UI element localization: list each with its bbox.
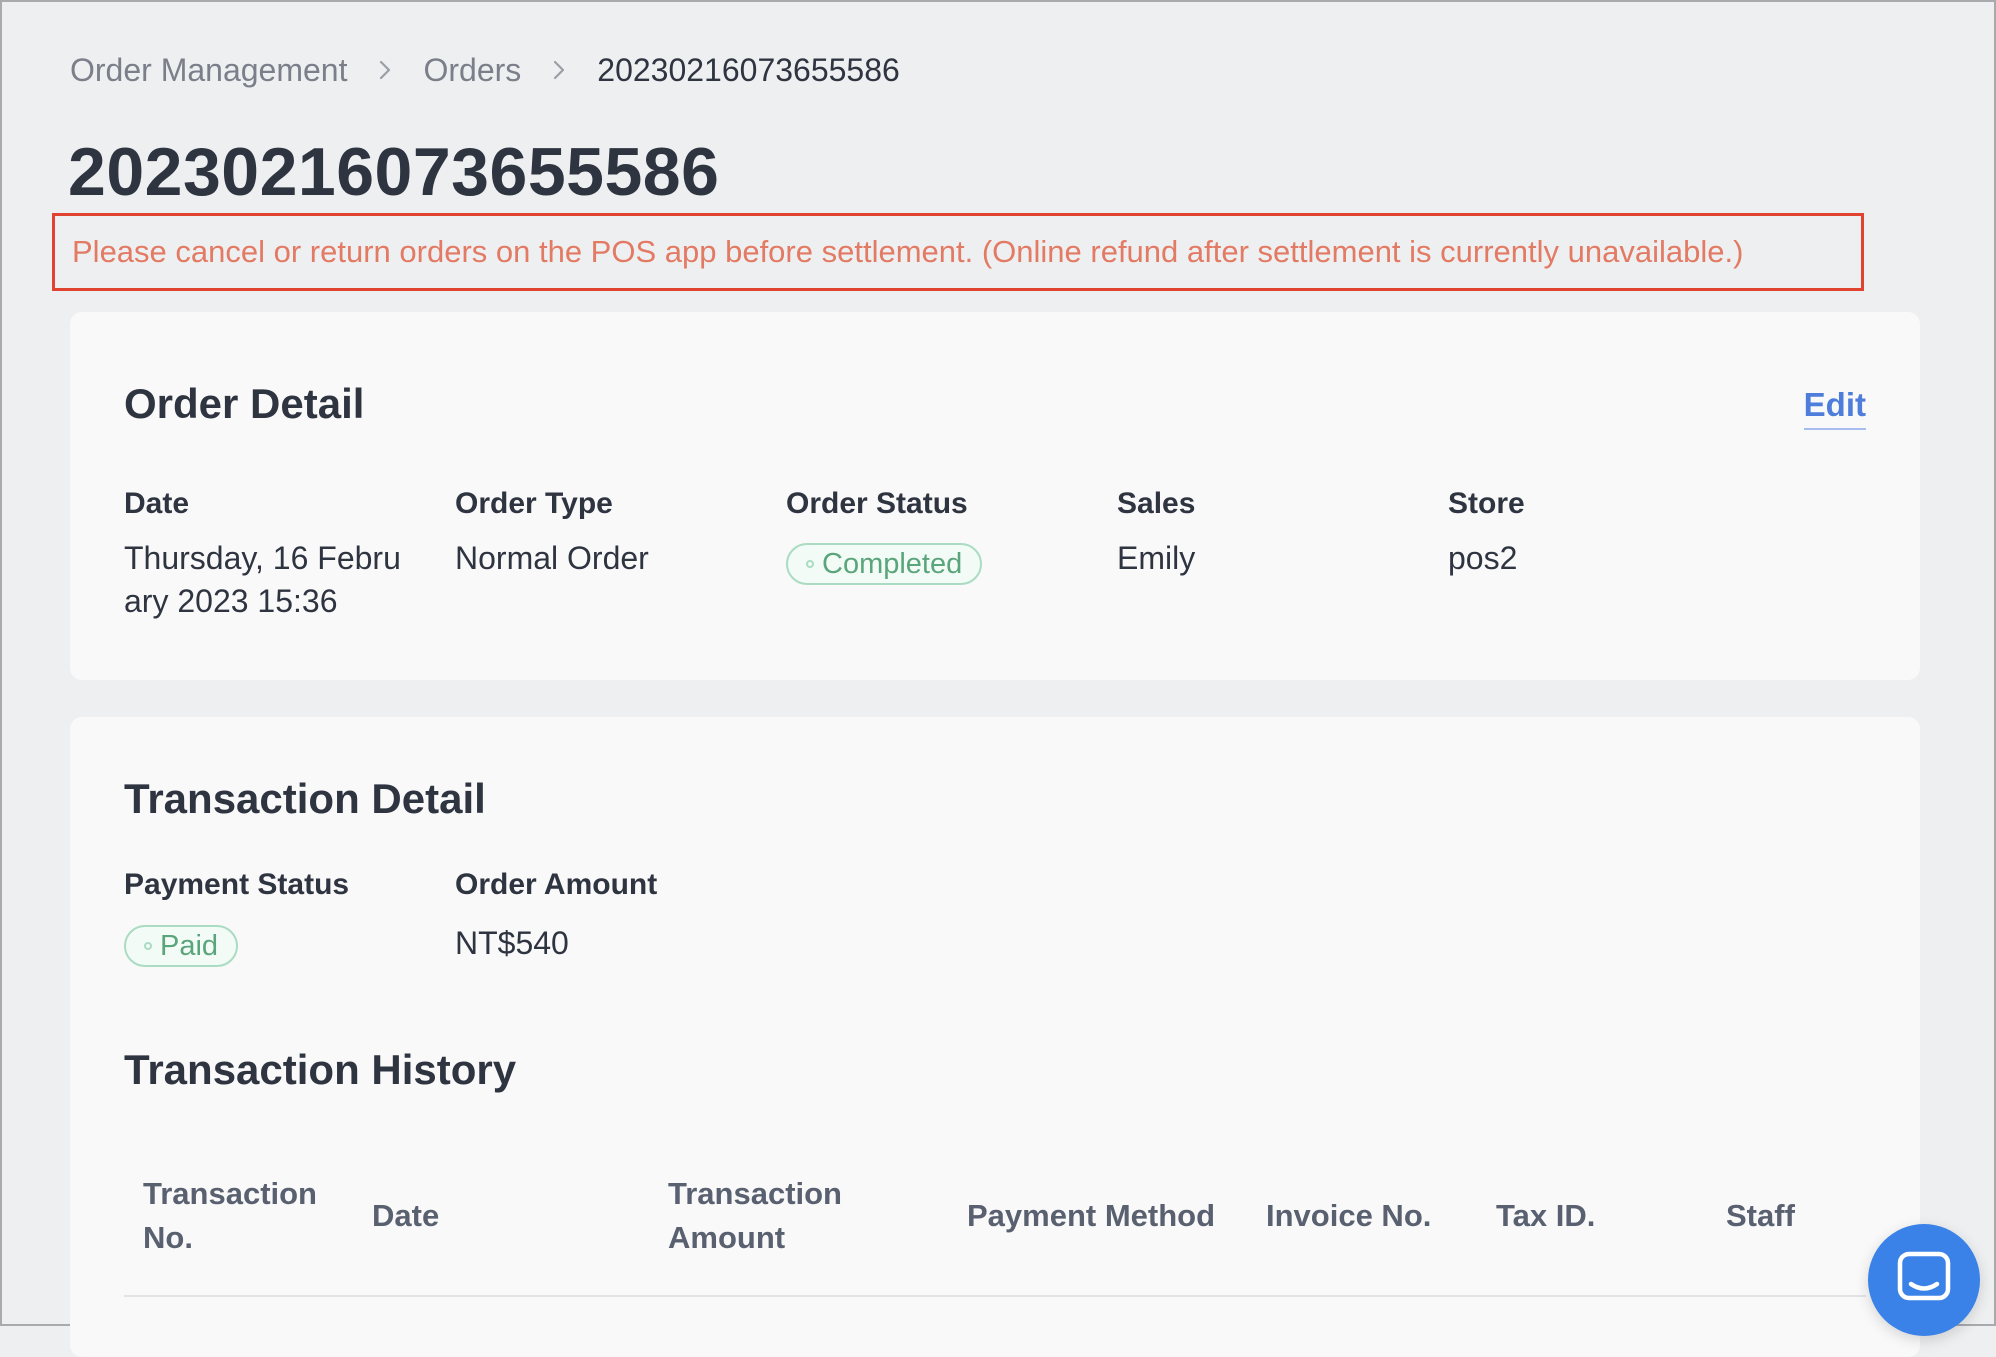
table-header-divider	[124, 1295, 1866, 1297]
status-dot-icon	[806, 560, 814, 568]
order-detail-title: Order Detail	[124, 380, 365, 427]
date-label: Date	[124, 487, 190, 520]
date-value-line2: ary 2023 15:36	[124, 583, 338, 619]
breadcrumb-order-management[interactable]: Order Management	[70, 48, 347, 92]
column-header-transaction-no[interactable]: Transaction No.	[143, 1172, 363, 1260]
chat-button[interactable]	[1868, 1224, 1980, 1336]
payment-status-badge: Paid	[124, 925, 239, 967]
order-status-badge-label: Completed	[822, 547, 963, 580]
transaction-history-title: Transaction History	[124, 1046, 517, 1093]
chevron-right-icon	[554, 60, 565, 80]
settlement-notice: Please cancel or return orders on the PO…	[52, 213, 1864, 291]
order-amount-label: Order Amount	[455, 868, 658, 901]
column-header-invoice-no[interactable]: Invoice No.	[1266, 1194, 1486, 1238]
order-type-value: Normal Order	[455, 540, 649, 576]
page-title: 20230216073655586	[68, 134, 720, 210]
column-header-line: Date	[372, 1198, 440, 1233]
column-header-line: Transaction	[143, 1176, 317, 1211]
status-dot-icon	[144, 942, 152, 950]
breadcrumb-orders[interactable]: Orders	[423, 48, 521, 92]
chat-bubble-icon	[1897, 1251, 1951, 1301]
breadcrumb: Order Management Orders 2023021607365558…	[70, 48, 900, 92]
order-amount-value: NT$540	[455, 925, 569, 961]
column-header-line: No.	[143, 1220, 193, 1255]
order-type-label: Order Type	[455, 487, 613, 520]
transaction-detail-title: Transaction Detail	[124, 775, 486, 822]
column-header-line: Invoice No.	[1266, 1198, 1432, 1233]
store-value: pos2	[1448, 540, 1518, 576]
column-header-date[interactable]: Date	[372, 1194, 592, 1238]
sales-value: Emily	[1117, 540, 1196, 576]
column-header-line: Staff	[1726, 1198, 1795, 1233]
order-status-label: Order Status	[786, 487, 968, 520]
column-header-line: Tax ID.	[1496, 1198, 1596, 1233]
transaction-detail-card: Transaction Detail Payment Status Paid O…	[70, 717, 1920, 1357]
settlement-notice-text: Please cancel or return orders on the PO…	[72, 234, 1744, 269]
column-header-line: Amount	[668, 1220, 786, 1255]
column-header-tax-id[interactable]: Tax ID.	[1496, 1194, 1716, 1238]
store-label: Store	[1448, 487, 1525, 520]
column-header-line: Transaction	[668, 1176, 842, 1211]
column-header-payment-method[interactable]: Payment Method	[967, 1194, 1247, 1238]
column-header-line: Payment Method	[967, 1198, 1216, 1233]
edit-button[interactable]: Edit	[1803, 384, 1866, 430]
date-value-line1: Thursday, 16 Febru	[124, 540, 401, 576]
column-header-staff[interactable]: Staff	[1726, 1194, 1846, 1238]
chevron-right-icon	[380, 60, 391, 80]
payment-status-badge-label: Paid	[160, 929, 219, 962]
breadcrumb-current-order: 20230216073655586	[597, 52, 900, 88]
column-header-transaction-amount[interactable]: Transaction Amount	[668, 1172, 888, 1260]
payment-status-label: Payment Status	[124, 868, 350, 901]
order-detail-card: Order Detail Edit Date Thursday, 16 Febr…	[70, 312, 1920, 680]
sales-label: Sales	[1117, 487, 1196, 520]
order-status-badge: Completed	[786, 543, 983, 585]
